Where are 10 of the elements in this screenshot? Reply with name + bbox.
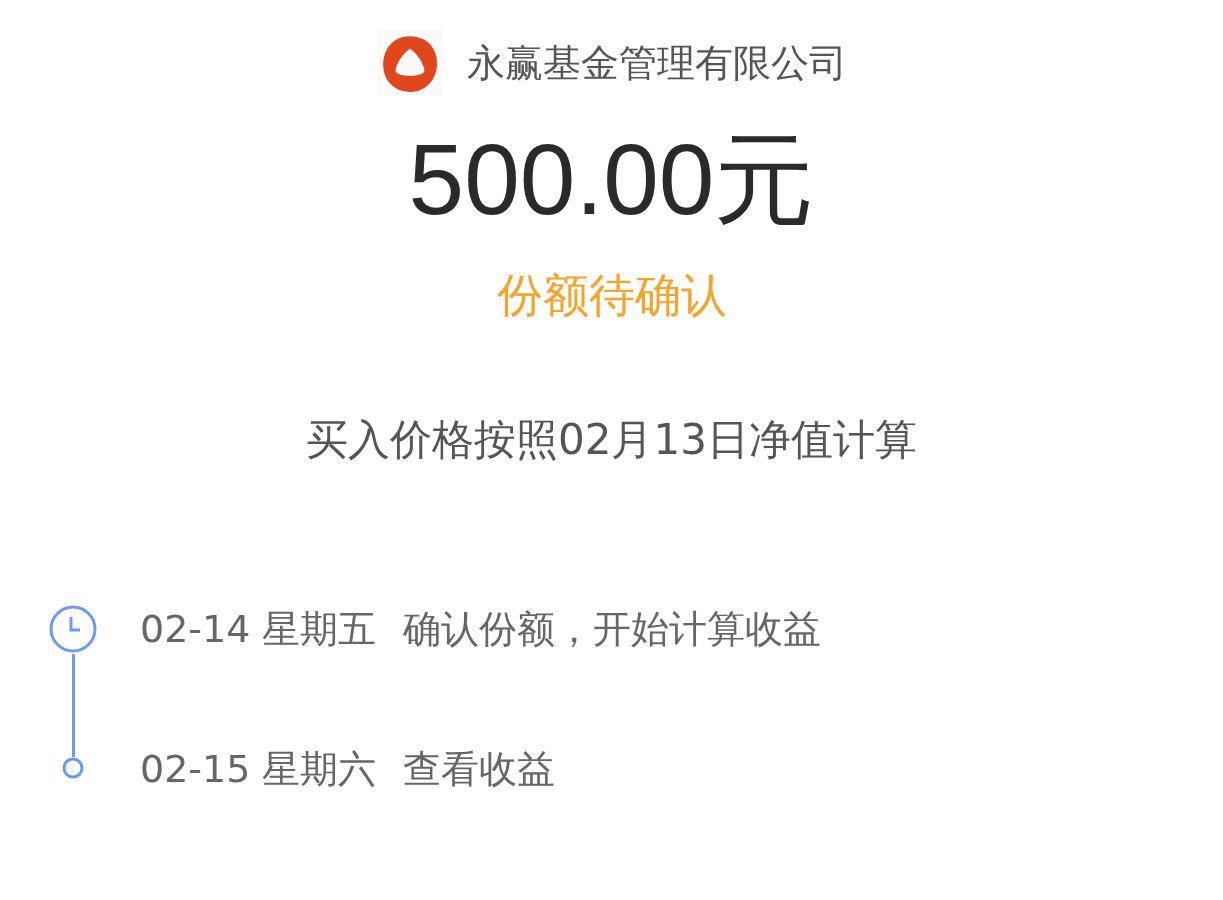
step-date: 02-15 星期六: [140, 745, 377, 793]
step-date: 02-14 星期五: [140, 605, 377, 653]
clock-icon: [48, 603, 98, 654]
step-text: 确认份额，开始计算收益: [402, 605, 821, 653]
status-text: 份额待确认: [496, 268, 727, 324]
dot-icon: [62, 756, 84, 779]
amount: 500.00元: [408, 124, 815, 234]
step-text: 查看收益: [402, 745, 555, 793]
price-note: 买入价格按照02月13日净值计算: [306, 415, 917, 466]
company-name: 永赢基金管理有限公司: [466, 39, 847, 87]
